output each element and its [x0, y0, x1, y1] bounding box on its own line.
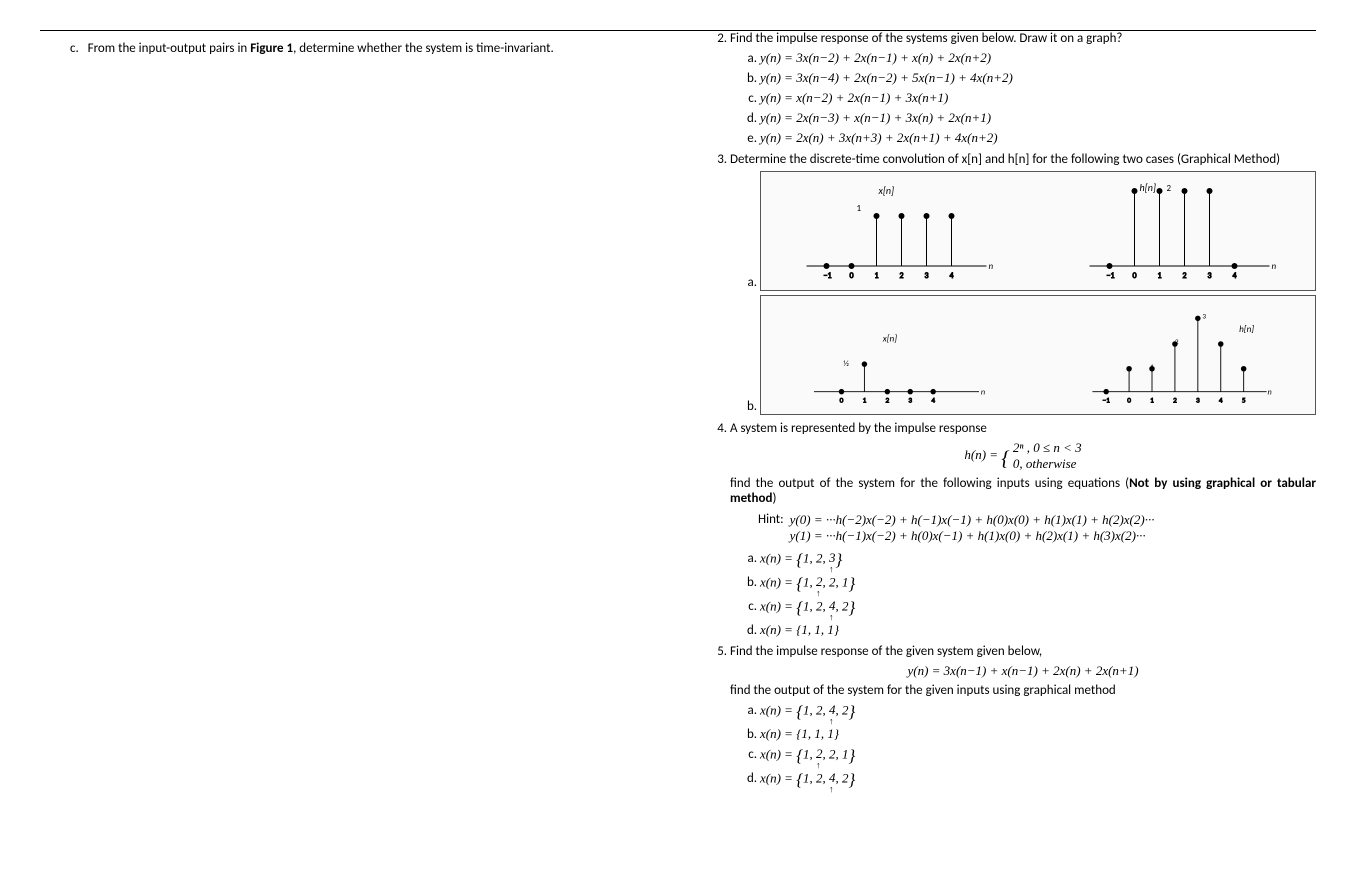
svg-text:½: ½: [843, 359, 849, 369]
stem-plot-hn: h[n] n 3 2 1 −1 0 1 2: [1048, 300, 1311, 410]
stem-plot-xn: x[n] n 1 −1 0 1 2 3 4: [765, 176, 1028, 286]
svg-text:3: 3: [1196, 396, 1200, 405]
svg-text:2: 2: [1167, 183, 1172, 194]
q2-d: y(n) = 2x(n−3) + x(n−1) + 3x(n) + 2x(n+1…: [760, 110, 1316, 126]
svg-text:n: n: [1272, 261, 1277, 272]
question-3: Determine the discrete-time convolution …: [730, 152, 1316, 415]
q4-c: x(n) = 1, 2, 4, 2: [760, 598, 1316, 618]
svg-text:0: 0: [1127, 396, 1131, 405]
svg-text:2: 2: [1183, 271, 1187, 281]
q4-hn: h(n) = { 2ⁿ , 0 ≤ n < 3 0, otherwise: [730, 440, 1316, 472]
q4-instruction: find the output of the system for the fo…: [730, 476, 1316, 506]
document-page: c. From the input-output pairs in Figure…: [40, 30, 1316, 821]
svg-text:−1: −1: [1103, 396, 1111, 405]
svg-text:0: 0: [840, 396, 844, 405]
q5-system: y(n) = 3x(n−1) + x(n−1) + 2x(n) + 2x(n+1…: [730, 663, 1316, 679]
svg-text:x[n]: x[n]: [882, 333, 897, 344]
prompt: A system is represented by the impulse r…: [730, 421, 987, 436]
svg-text:4: 4: [1233, 271, 1237, 281]
svg-text:1: 1: [1158, 271, 1162, 281]
svg-text:3: 3: [908, 396, 912, 405]
stem-plot-xn: x[n] n ½ 0 1 2 3 4: [765, 300, 1028, 410]
svg-text:5: 5: [1242, 396, 1246, 405]
q4-b: x(n) = 1, 2, 2, 1: [760, 574, 1316, 594]
svg-text:2: 2: [1173, 396, 1177, 405]
svg-text:h[n]: h[n]: [1140, 181, 1156, 194]
hint-label: Hint:: [758, 512, 784, 527]
svg-text:3: 3: [1202, 311, 1206, 320]
svg-text:4: 4: [950, 271, 954, 281]
svg-text:2: 2: [900, 271, 904, 281]
svg-text:2: 2: [886, 396, 890, 405]
q2-a: y(n) = 3x(n−2) + 2x(n−1) + x(n) + 2x(n+2…: [760, 50, 1316, 66]
svg-text:h[n]: h[n]: [1239, 324, 1254, 335]
q2-list: y(n) = 3x(n−2) + 2x(n−1) + x(n) + 2x(n+2…: [730, 50, 1316, 146]
svg-text:−1: −1: [1107, 271, 1115, 281]
text: From the input-output pairs in: [88, 41, 251, 56]
prompt: Find the impulse response of the given s…: [730, 644, 1042, 659]
svg-text:1: 1: [875, 271, 879, 281]
svg-text:3: 3: [925, 271, 929, 281]
figure-3a: x[n] n 1 −1 0 1 2 3 4: [760, 171, 1316, 291]
svg-text:0: 0: [850, 271, 854, 281]
svg-text:1: 1: [863, 396, 867, 405]
svg-text:4: 4: [931, 396, 935, 405]
label: c.: [70, 41, 79, 56]
figure-ref: Figure 1: [250, 41, 293, 56]
q2-e: y(n) = 2x(n) + 3x(n+3) + 2x(n+1) + 4x(n+…: [760, 130, 1316, 146]
stem-plot-hn: h[n] 2 n −1 0 1 2 3 4: [1048, 176, 1311, 286]
svg-text:1: 1: [1150, 396, 1154, 405]
svg-text:1: 1: [857, 203, 862, 214]
q5-instruction: find the output of the system for the gi…: [730, 683, 1316, 698]
q2-c: y(n) = x(n−2) + 2x(n−1) + 3x(n+1): [760, 90, 1316, 106]
svg-text:3: 3: [1208, 271, 1212, 281]
q2-b: y(n) = 3x(n−4) + 2x(n−2) + 5x(n−1) + 4x(…: [760, 70, 1316, 86]
question-5: Find the impulse response of the given s…: [730, 644, 1316, 790]
q1-part-c: c. From the input-output pairs in Figure…: [70, 41, 648, 56]
svg-text:n: n: [1268, 387, 1272, 397]
question-2: Find the impulse response of the systems…: [730, 31, 1316, 146]
svg-text:4: 4: [1219, 396, 1223, 405]
q3-b: x[n] n ½ 0 1 2 3 4: [760, 295, 1316, 415]
svg-text:x[n]: x[n]: [878, 184, 895, 197]
svg-text:0: 0: [1133, 271, 1137, 281]
text: , determine whether the system is time-i…: [293, 41, 554, 56]
svg-text:−1: −1: [824, 271, 832, 281]
q4-a: x(n) = 1, 2, 3: [760, 550, 1316, 570]
figure-3b: x[n] n ½ 0 1 2 3 4: [760, 295, 1316, 415]
prompt: Find the impulse response of the systems…: [730, 31, 1122, 46]
svg-text:n: n: [989, 261, 994, 272]
q5-b: x(n) = {1, 1, 1}: [760, 726, 1316, 742]
prompt: Determine the discrete-time convolution …: [730, 152, 1280, 167]
q4-hint: Hint: y(0) = ···h(−2)x(−2) + h(−1)x(−1) …: [758, 512, 1316, 544]
svg-text:n: n: [981, 387, 985, 397]
q5-d: x(n) = 1, 2, 4, 2: [760, 770, 1316, 790]
q3-a: x[n] n 1 −1 0 1 2 3 4: [760, 171, 1316, 291]
q5-a: x(n) = 1, 2, 4, 2: [760, 702, 1316, 722]
q5-c: x(n) = 1, 2, 2, 1: [760, 746, 1316, 766]
q4-d: x(n) = {1, 1, 1}: [760, 622, 1316, 638]
question-4: A system is represented by the impulse r…: [730, 421, 1316, 638]
